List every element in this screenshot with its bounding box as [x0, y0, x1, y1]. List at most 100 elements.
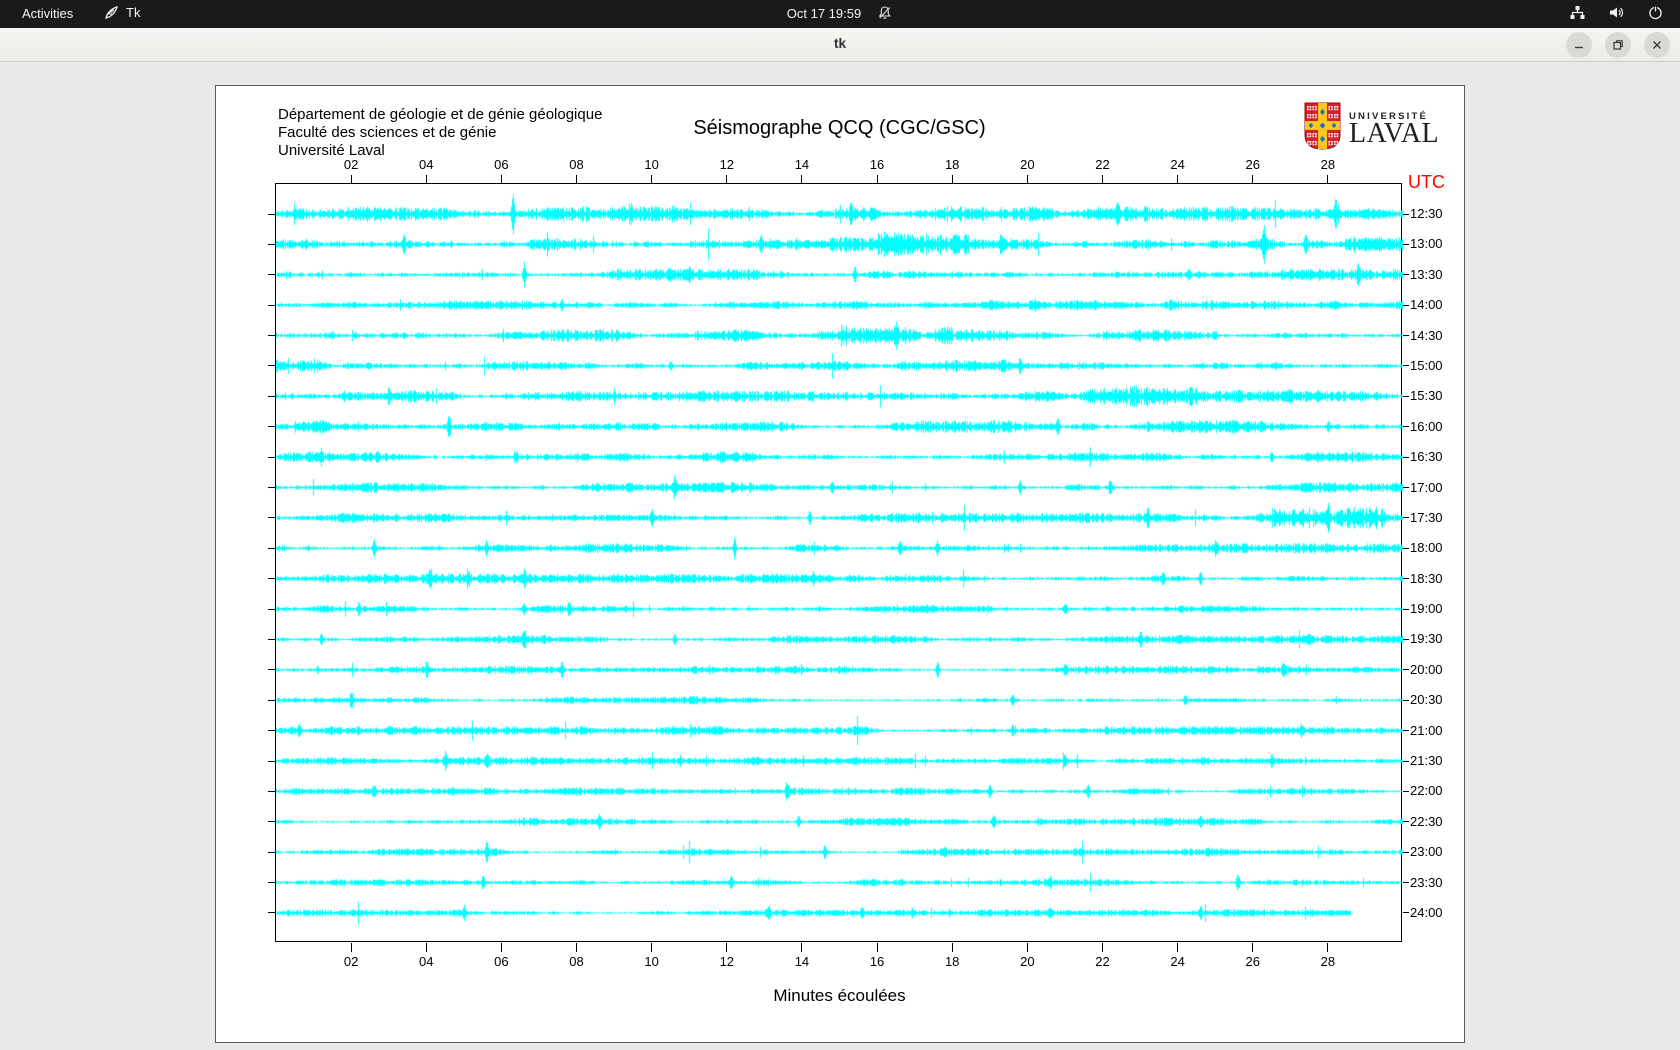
utc-row-label: 18:00	[1410, 540, 1443, 556]
axis-tick	[876, 175, 878, 184]
x-tick-label-top: 26	[1245, 157, 1260, 172]
axis-tick	[1403, 912, 1409, 914]
axis-tick	[268, 638, 276, 640]
utc-row-label: 21:30	[1410, 753, 1443, 769]
utc-row-label: 22:00	[1410, 783, 1443, 799]
axis-tick	[268, 760, 276, 762]
universite-laval-logo: UNIVERSITÉ LAVAL	[1304, 102, 1439, 155]
axis-tick	[876, 943, 878, 952]
utc-row-label: 14:30	[1410, 327, 1443, 343]
axis-tick	[1026, 943, 1028, 952]
utc-row-label: 14:00	[1410, 297, 1443, 313]
axis-tick	[1403, 882, 1409, 884]
axis-tick	[268, 487, 276, 488]
axis-tick	[1403, 426, 1409, 428]
axis-tick	[500, 943, 502, 952]
axis-tick	[1403, 517, 1409, 519]
x-tick-label-top: 08	[569, 157, 584, 172]
utc-row-label: 20:00	[1410, 661, 1443, 677]
maximize-button[interactable]	[1605, 32, 1631, 58]
app-menu-tk[interactable]: Tk	[104, 5, 140, 20]
axis-tick	[1403, 274, 1409, 276]
close-icon	[1653, 41, 1661, 49]
x-tick-label-top: 24	[1170, 157, 1185, 172]
axis-tick	[268, 517, 276, 519]
chart-title: Séismographe QCQ (CGC/GSC)	[693, 117, 986, 139]
maximize-icon	[1613, 40, 1623, 50]
axis-tick	[951, 175, 953, 184]
axis-tick	[951, 943, 953, 952]
axis-tick	[576, 175, 578, 184]
axis-tick	[268, 335, 276, 337]
axis-tick	[1327, 943, 1329, 952]
axis-tick	[801, 943, 803, 952]
x-tick-label-top: 28	[1320, 157, 1336, 172]
utc-row-label: 16:00	[1410, 418, 1443, 434]
utc-row-label: 16:30	[1410, 449, 1443, 465]
axis-tick	[268, 304, 276, 306]
activities-button[interactable]: Activities	[14, 5, 81, 22]
axis-tick	[500, 175, 502, 184]
utc-row-label: 17:30	[1410, 509, 1443, 525]
axis-tick	[1177, 175, 1179, 184]
close-button[interactable]	[1644, 32, 1670, 58]
axis-tick	[1327, 175, 1329, 184]
axis-tick	[1403, 699, 1409, 701]
axis-tick	[1403, 821, 1409, 823]
window-titlebar[interactable]: tk	[0, 28, 1680, 62]
utc-row-label: 22:30	[1410, 813, 1443, 829]
plot-area	[276, 184, 1403, 943]
utc-row-label: 23:00	[1410, 844, 1443, 860]
minimize-icon	[1575, 46, 1583, 49]
app-menu-label: Tk	[126, 5, 141, 20]
x-tick-label-bottom: 24	[1170, 954, 1185, 969]
wired-network-icon[interactable]	[1569, 4, 1586, 21]
axis-tick	[268, 790, 276, 792]
clock[interactable]: Oct 17 19:59	[787, 6, 861, 21]
axis-tick	[268, 882, 276, 884]
axis-tick	[1403, 608, 1409, 610]
x-tick-label-top: 06	[494, 157, 509, 172]
laval-shield-icon	[1304, 102, 1341, 155]
x-tick-label-bottom: 18	[944, 954, 960, 969]
x-tick-label-bottom: 06	[494, 954, 509, 969]
tk-feather-icon	[104, 5, 119, 20]
axis-tick	[425, 175, 427, 184]
x-tick-label-bottom: 16	[869, 954, 885, 969]
axis-tick	[1177, 943, 1179, 952]
x-tick-label-top: 12	[719, 157, 735, 172]
utc-axis-title: UTC	[1408, 172, 1445, 192]
axis-tick	[268, 608, 276, 610]
utc-row-label: 13:30	[1410, 266, 1443, 282]
axis-tick	[1403, 851, 1409, 853]
axis-tick	[268, 426, 276, 428]
utc-row-label: 18:30	[1410, 570, 1443, 586]
x-tick-label-bottom: 12	[719, 954, 735, 969]
power-icon[interactable]	[1647, 4, 1664, 21]
x-tick-label-bottom: 10	[644, 954, 659, 969]
axis-tick	[1403, 669, 1409, 671]
axis-tick	[350, 175, 352, 184]
x-tick-label-top: 20	[1020, 157, 1035, 172]
x-tick-label-bottom: 02	[343, 954, 359, 969]
x-tick-label-bottom: 08	[569, 954, 584, 969]
volume-icon[interactable]	[1608, 4, 1625, 21]
notifications-muted-icon[interactable]	[877, 5, 893, 21]
axis-tick	[268, 821, 276, 823]
x-tick-label-bottom: 26	[1245, 954, 1260, 969]
axis-tick	[268, 578, 276, 580]
x-tick-label-top: 14	[794, 157, 810, 172]
axis-tick	[1403, 335, 1409, 337]
x-tick-label-bottom: 28	[1320, 954, 1336, 969]
axis-tick	[1403, 456, 1409, 458]
seismograph-canvas: Département de géologie et de génie géol…	[215, 85, 1465, 1043]
minimize-button[interactable]	[1566, 32, 1592, 58]
x-tick-label-top: 02	[343, 157, 359, 172]
axis-tick	[1403, 243, 1409, 245]
utc-row-label: 24:00	[1410, 904, 1443, 920]
axis-tick	[268, 730, 276, 732]
axis-tick	[1403, 760, 1409, 762]
utc-row-label: 21:00	[1410, 722, 1443, 738]
axis-tick	[1101, 175, 1103, 184]
x-tick-label-top: 22	[1095, 157, 1110, 172]
